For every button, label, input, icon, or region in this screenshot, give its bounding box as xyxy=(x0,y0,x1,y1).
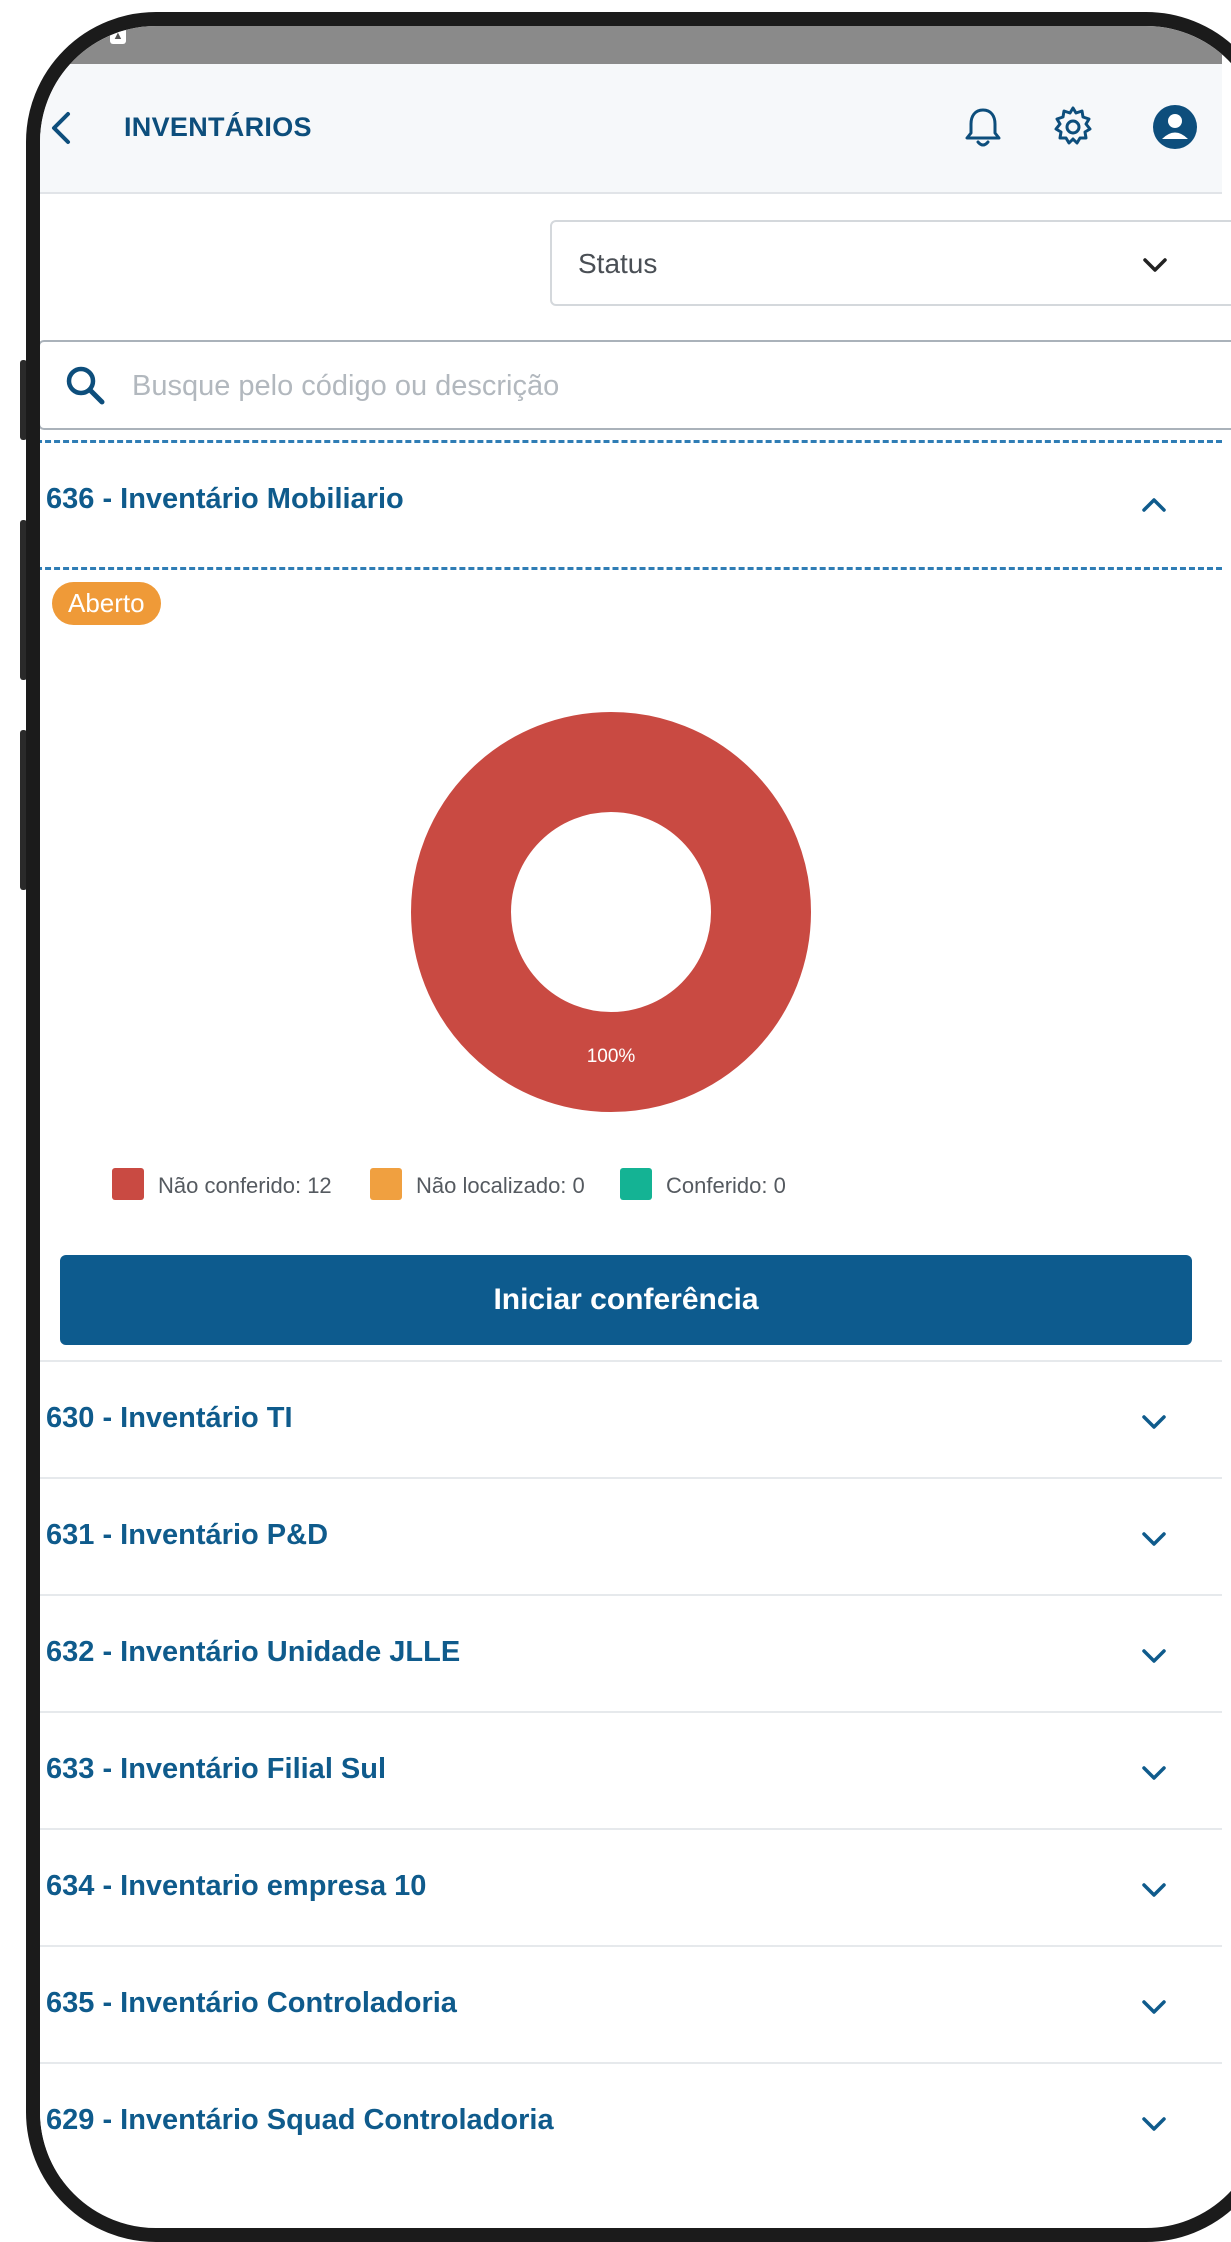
slice-percentage-label: 100% xyxy=(587,1046,636,1067)
notification-icon: ▲ xyxy=(110,28,126,44)
status-filter-label: Status xyxy=(578,248,658,279)
donut-chart: 100% xyxy=(411,712,811,1112)
chevron-down-icon xyxy=(1143,258,1167,272)
inventory-accordion-header[interactable]: 629 - Inventário Squad Controladoria xyxy=(40,2062,1222,2179)
inventory-list: 630 - Inventário TI 631 - Inventário P&D… xyxy=(40,1360,1222,2179)
inventory-accordion-header[interactable]: 634 - Inventario empresa 10 xyxy=(40,1828,1222,1945)
inventory-accordion-header-expanded[interactable]: 636 - Inventário Mobiliario xyxy=(40,440,1222,570)
page-title: INVENTÁRIOS xyxy=(124,112,312,142)
user-avatar-icon[interactable] xyxy=(1150,102,1200,152)
search-input[interactable] xyxy=(130,356,1134,416)
chevron-down-icon xyxy=(1142,1415,1166,1429)
chevron-down-icon xyxy=(1142,1766,1166,1780)
inventory-title: 636 - Inventário Mobiliario xyxy=(46,483,404,515)
inventory-title: 635 - Inventário Controladoria xyxy=(46,1987,457,2019)
legend-swatch xyxy=(620,1168,652,1200)
gear-icon[interactable] xyxy=(1048,102,1098,152)
inventory-title: 634 - Inventario empresa 10 xyxy=(46,1870,427,1902)
legend-label: Não localizado: 0 xyxy=(416,1173,585,1198)
chevron-down-icon xyxy=(1142,2117,1166,2131)
inventory-title: 630 - Inventário TI xyxy=(46,1402,293,1434)
legend-label: Conferido: 0 xyxy=(666,1173,786,1198)
legend-swatch xyxy=(112,1168,144,1200)
phone-frame: ▲ INVENTÁRIOS Status Busque pelo código … xyxy=(26,12,1231,2242)
chevron-down-icon xyxy=(1142,2000,1166,2014)
chevron-down-icon xyxy=(1142,1883,1166,1897)
inventory-title: 629 - Inventário Squad Controladoria xyxy=(46,2104,554,2136)
inventory-accordion-header[interactable]: 631 - Inventário P&D xyxy=(40,1477,1222,1594)
status-badge: Aberto xyxy=(52,582,161,625)
status-filter-select[interactable]: Status xyxy=(550,220,1231,306)
chevron-up-icon xyxy=(1142,498,1166,512)
chevron-down-icon xyxy=(1142,1532,1166,1546)
donut-slice-n-o-conferido xyxy=(411,712,811,1112)
inventory-accordion-header[interactable]: 632 - Inventário Unidade JLLE xyxy=(40,1594,1222,1711)
inventory-accordion-header[interactable]: 630 - Inventário TI xyxy=(40,1360,1222,1477)
inventory-accordion-header[interactable]: 633 - Inventário Filial Sul xyxy=(40,1711,1222,1828)
inventory-accordion-header[interactable]: 635 - Inventário Controladoria xyxy=(40,1945,1222,2062)
inventory-title: 633 - Inventário Filial Sul xyxy=(46,1753,387,1785)
inventory-title: 632 - Inventário Unidade JLLE xyxy=(46,1636,461,1668)
app-header: INVENTÁRIOS xyxy=(40,64,1222,194)
search-field[interactable] xyxy=(40,340,1231,430)
chevron-down-icon xyxy=(1142,1649,1166,1663)
bell-icon[interactable] xyxy=(958,102,1008,152)
status-bar: ▲ xyxy=(40,26,1222,64)
legend-label: Não conferido: 12 xyxy=(158,1173,332,1198)
inventory-title: 631 - Inventário P&D xyxy=(46,1519,329,1551)
back-arrow-icon[interactable] xyxy=(42,106,82,150)
search-icon xyxy=(66,366,105,405)
legend-swatch xyxy=(370,1168,402,1200)
app-screen: ▲ INVENTÁRIOS Status Busque pelo código … xyxy=(40,26,1231,2202)
start-check-button[interactable]: Iniciar conferência xyxy=(60,1255,1192,1345)
